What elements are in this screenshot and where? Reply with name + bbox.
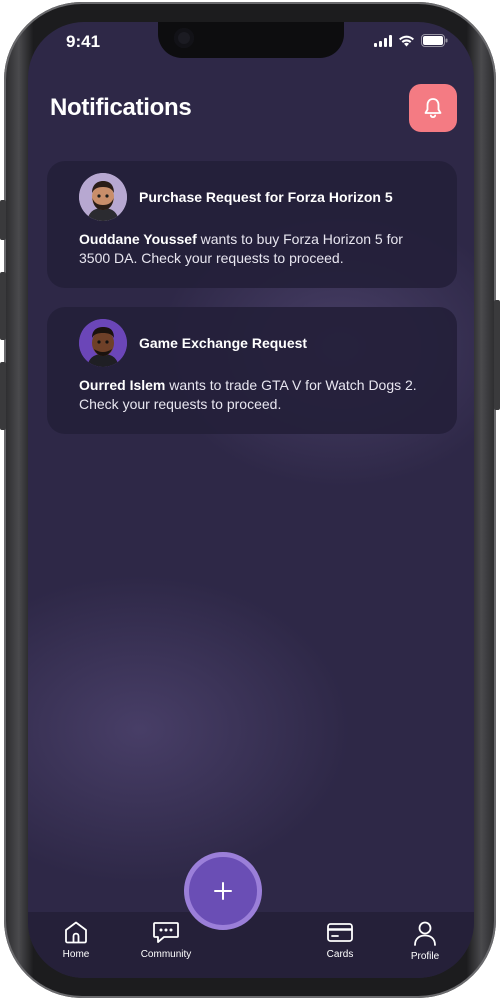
- status-icons: [374, 34, 448, 47]
- tab-label: Cards: [326, 949, 354, 960]
- mute-switch: [0, 200, 6, 240]
- notification-message: Ouddane Youssef wants to buy Forza Horiz…: [79, 230, 427, 268]
- plus-icon: [214, 882, 232, 900]
- screen: 9:41 Notifications Purchase Request for …: [28, 22, 474, 978]
- front-camera: [174, 28, 194, 48]
- tab-home[interactable]: Home: [41, 920, 111, 960]
- power-button: [494, 300, 500, 410]
- page-title: Notifications: [50, 94, 192, 121]
- notification-title: Purchase Request for Forza Horizon 5: [139, 189, 393, 205]
- tab-profile[interactable]: Profile: [390, 920, 460, 962]
- notification-card[interactable]: Purchase Request for Forza Horizon 5 Oud…: [47, 161, 457, 288]
- home-icon: [65, 921, 87, 944]
- tab-label: Home: [62, 949, 90, 960]
- avatar: [79, 319, 127, 367]
- battery-icon: [421, 34, 448, 47]
- card-icon: [327, 923, 353, 942]
- notifications-bell-button[interactable]: [409, 84, 457, 132]
- tab-label: Profile: [410, 951, 440, 962]
- notch: [158, 22, 344, 58]
- notification-message: Ourred Islem wants to trade GTA V for Wa…: [79, 376, 427, 414]
- signal-icon: [374, 34, 392, 47]
- bell-icon: [424, 98, 442, 118]
- notification-title: Game Exchange Request: [139, 335, 308, 351]
- avatar: [79, 173, 127, 221]
- tab-cards[interactable]: Cards: [305, 920, 375, 960]
- tab-community[interactable]: Community: [131, 920, 201, 960]
- person-icon: [414, 921, 436, 946]
- status-time: 9:41: [66, 32, 101, 51]
- volume-down-button: [0, 362, 6, 430]
- sender-name: Ourred Islem: [79, 377, 166, 393]
- volume-up-button: [0, 272, 6, 340]
- tab-label: Community: [140, 949, 192, 960]
- chat-bubble-icon: [153, 922, 179, 943]
- wifi-icon: [398, 35, 415, 47]
- add-button[interactable]: [184, 852, 262, 930]
- sender-name: Ouddane Youssef: [79, 231, 197, 247]
- notification-card[interactable]: Game Exchange Request Ourred Islem wants…: [47, 307, 457, 434]
- bottom-tab-bar: Home Community Cards Profile: [28, 912, 474, 978]
